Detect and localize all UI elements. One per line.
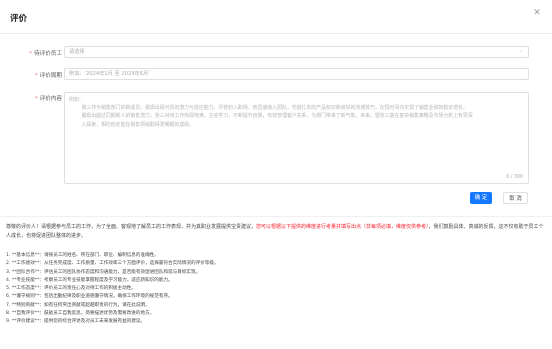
instructions-warning: 您可以根据以下提供的维度进行考量并填写出点（非每项必填，维度仅供参考） [256, 224, 429, 230]
criteria-item: 9. **评价建议**：提供您的综合评述及对员工未来发展有益的建议。 [6, 319, 146, 325]
cancel-button[interactable]: 取 消 [503, 192, 528, 204]
content-label: * 评价内容 [35, 94, 62, 102]
char-counter: 0 / 300 [506, 175, 523, 180]
criteria-item: 1. **基本信息**：请按员工的姓名、所在部门、职位、编制信息的准确性。 [6, 253, 159, 258]
employee-select[interactable]: 请选择 ⌄ [64, 46, 529, 58]
employee-select-placeholder: 请选择 [69, 49, 85, 55]
period-label-text: 评价周期 [39, 73, 62, 79]
criteria-item: 3. **团队合作**：评估员工的团队协作态度和沟通能力，是否能有效促进团队和谐… [6, 269, 201, 275]
header-divider [0, 33, 552, 34]
criteria-item: 4. **专业技能**：考察员工的专业技能掌握程度及学习能力，适应新知识的能力。 [6, 277, 173, 283]
criteria-item: 7. **特别贡献**：如有任何突出贡献或超越职责的行为，请在此说明。 [6, 302, 150, 308]
content-textarea-placeholder: 例如： 我三作为销售部门的新成员，展现出极可贵的潜力与适应能力。尽管初入职场，他… [69, 97, 473, 128]
evaluation-instructions: 尊敬的评价人！请根据参与员工的工作，为了全面、客观地了解员工的工作表现，并为其职… [6, 223, 546, 240]
dialog-title: 评价 [10, 14, 28, 24]
close-icon[interactable]: ✕ [532, 8, 542, 18]
section-divider [0, 216, 552, 217]
instructions-intro: 尊敬的评价人！请根据参与员工的工作，为了全面、客观地了解员工的工作表现，并为其职… [6, 224, 257, 230]
period-input-placeholder: 例如：'2024年1月 至 2024年6月' [69, 71, 150, 77]
criteria-item: 8. **自我评价**：鼓励员工自我反思，简要描述优势及需要改进的地方。 [6, 311, 155, 317]
criteria-item: 5. **工作态度**：评价员工的责任心及对待工作的积极主动性。 [6, 286, 136, 292]
required-mark: * [34, 96, 38, 102]
required-mark: * [34, 73, 38, 79]
evaluation-dialog: 评价 ✕ * 待评价员工 请选择 ⌄ * 评价周期 例如：'2024年1月 至 20… [0, 0, 552, 349]
criteria-item: 2. **工作绩效**：从任务完成度、工作质量、工作效率三个方面评价，选择最符合… [6, 261, 219, 267]
employee-label-text: 待评价员工 [34, 51, 62, 57]
period-label: * 评价周期 [35, 71, 62, 79]
employee-label: * 待评价员工 [29, 49, 62, 57]
required-mark: * [29, 51, 33, 57]
content-textarea[interactable]: 例如： 我三作为销售部门的新成员，展现出极可贵的潜力与适应能力。尽管初入职场，他… [64, 92, 529, 184]
content-label-text: 评价内容 [39, 96, 62, 102]
period-input[interactable]: 例如：'2024年1月 至 2024年6月' [64, 68, 529, 80]
criteria-list: 1. **基本信息**：请按员工的姓名、所在部门、职位、编制信息的准确性。 2.… [6, 252, 546, 327]
confirm-button[interactable]: 确 定 [470, 192, 492, 204]
criteria-item: 6. **遵守规则**：包括出勤纪律及职业道德遵守情况，确保工作环境的规范有序。 [6, 294, 173, 300]
chevron-down-icon: ⌄ [519, 48, 524, 54]
